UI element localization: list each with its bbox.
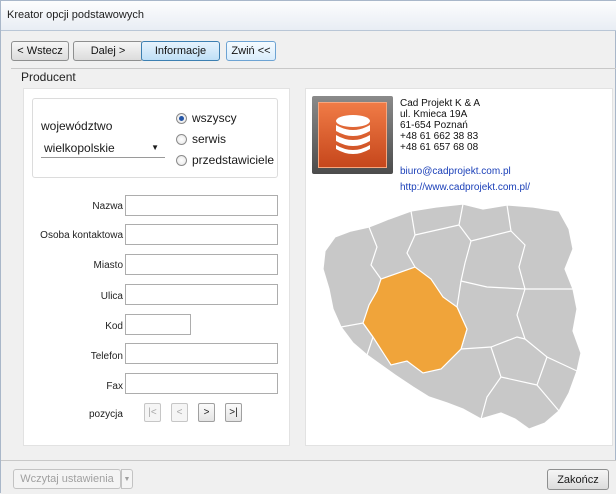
wizard-window: Kreator opcji podstawowych < Wstecz Dale… (0, 0, 616, 494)
radio-service[interactable]: serwis (176, 132, 226, 146)
title-bar: Kreator opcji podstawowych (1, 1, 616, 31)
radio-all-label: wszyscy (192, 111, 237, 125)
back-button[interactable]: < Wstecz (11, 41, 69, 61)
company-phone-2: +48 61 657 68 08 (400, 142, 479, 153)
contact-label: Osoba kontaktowa (40, 230, 123, 241)
last-record-button[interactable]: >| (225, 403, 242, 422)
next-record-button[interactable]: > (198, 403, 215, 422)
company-phone-1: +48 61 662 38 83 (400, 131, 479, 142)
company-name: Cad Projekt K & A (400, 98, 481, 109)
street-field[interactable] (125, 284, 278, 305)
contact-field[interactable] (125, 224, 278, 245)
chevron-down-icon[interactable]: ▼ (121, 469, 133, 489)
radio-service-label: serwis (192, 132, 227, 146)
radio-representatives[interactable]: przedstawiciele (176, 153, 274, 167)
company-address: Cad Projekt K & A ul. Kmieca 19A 61-654 … (400, 98, 480, 153)
name-field[interactable] (125, 195, 278, 216)
zip-label: Kod (105, 321, 123, 332)
next-button[interactable]: Dalej > (73, 41, 143, 61)
radio-empty-icon (176, 133, 187, 145)
radio-empty-icon (176, 154, 187, 166)
city-label: Miasto (93, 260, 123, 271)
dropdown-arrow-icon: ▼ (151, 143, 159, 152)
prev-record-button[interactable]: < (171, 403, 188, 422)
company-website-link[interactable]: http://www.cadprojekt.com.pl/ (400, 182, 530, 193)
region-label: województwo (41, 119, 113, 133)
fax-field[interactable] (125, 373, 278, 394)
first-record-button[interactable]: |< (144, 403, 161, 422)
phone-label: Telefon (90, 351, 123, 362)
fax-label: Fax (106, 381, 123, 392)
window-title: Kreator opcji podstawowych (7, 9, 144, 21)
name-label: Nazwa (92, 201, 123, 212)
region-select[interactable]: wielkopolskie ▼ (41, 138, 165, 158)
company-email-link[interactable]: biuro@cadprojekt.com.pl (400, 166, 511, 177)
company-logo (312, 96, 393, 174)
load-settings-button[interactable]: Wczytaj ustawienia (13, 469, 121, 489)
section-title: Producent (21, 70, 76, 84)
phone-field[interactable] (125, 343, 278, 364)
radio-all[interactable]: wszyscy (176, 111, 237, 125)
company-street: ul. Kmieca 19A (400, 109, 468, 120)
radio-representatives-label: przedstawiciele (192, 153, 275, 167)
radio-selected-icon (176, 112, 187, 124)
zip-field[interactable] (125, 314, 191, 335)
city-field[interactable] (125, 254, 278, 275)
position-label: pozycja (89, 409, 123, 420)
finish-button[interactable]: Zakończ (547, 469, 609, 490)
section-divider (11, 68, 616, 84)
street-label: Ulica (100, 291, 123, 302)
company-city: 61-654 Poznań (400, 120, 468, 131)
poland-map[interactable] (311, 197, 601, 437)
collapse-button[interactable]: Zwiń << (226, 41, 276, 61)
info-button[interactable]: Informacje (141, 41, 220, 61)
region-select-value: wielkopolskie (44, 141, 115, 155)
database-icon (318, 102, 387, 168)
